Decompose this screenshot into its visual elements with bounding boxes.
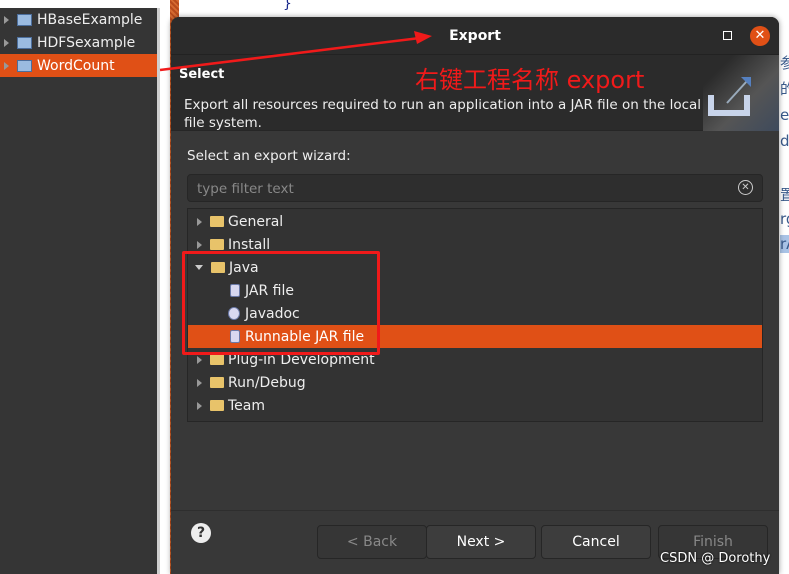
annotation-box [182, 251, 380, 355]
annotation-arrow [159, 31, 432, 72]
annotation-text: 右键工程名称 export [415, 66, 645, 94]
watermark: CSDN @ Dorothy [660, 551, 771, 566]
